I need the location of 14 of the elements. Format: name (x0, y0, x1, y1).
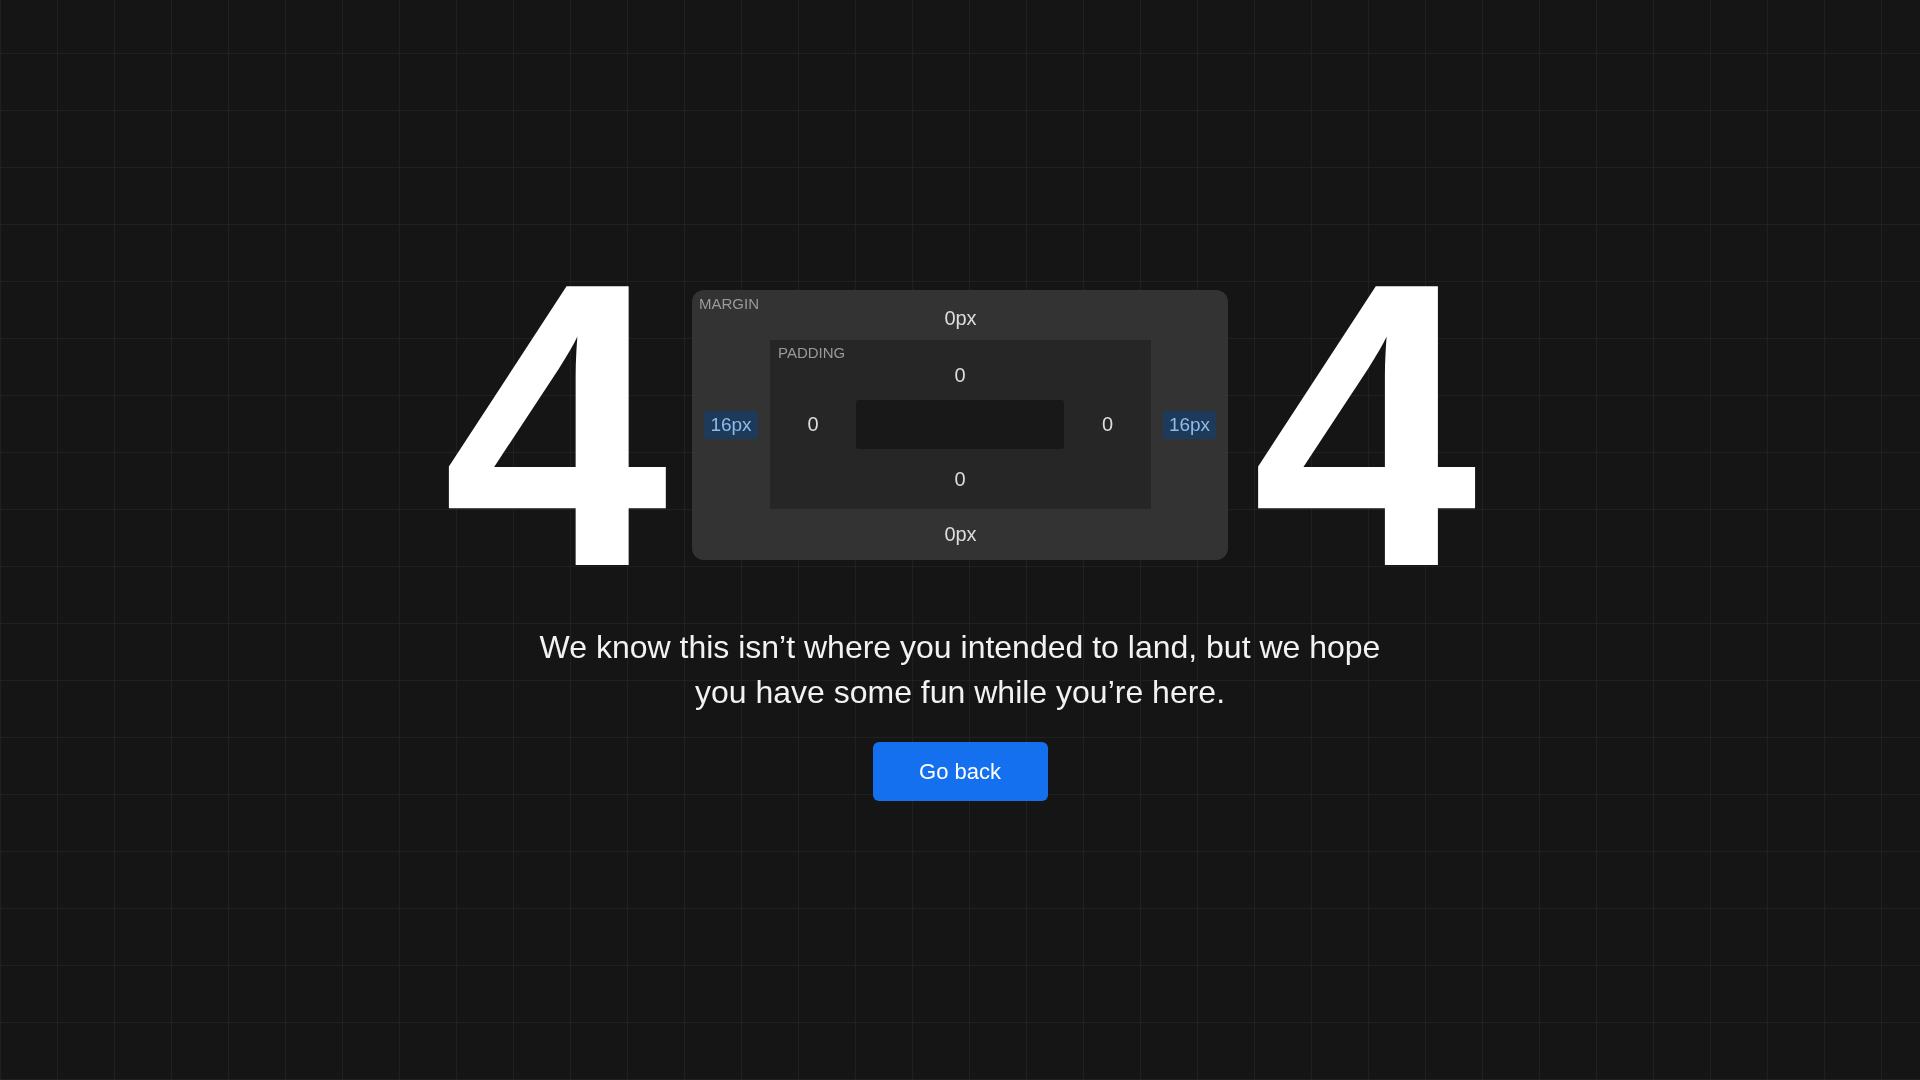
digit-four: 4 (1252, 275, 1478, 575)
padding-left-value: 0 (807, 413, 819, 436)
message-text: We know this isn’t where you intended to land, but we hope you have some fun while you’re here. (538, 628, 1382, 712)
go-back-button[interactable]: Go back (872, 742, 1048, 801)
padding-label: PADDING (778, 344, 846, 361)
margin-bottom-value: 0px (944, 523, 977, 546)
margin-top-value: 0px (944, 305, 977, 330)
margin-label: MARGIN (699, 295, 759, 312)
digit-four: 4 (442, 275, 668, 575)
padding-right-value: 0 (1101, 413, 1114, 436)
margin-left-value: 16px (704, 410, 758, 439)
margin-right-value: 16px (1162, 410, 1217, 439)
padding-top-value: 0 (954, 362, 966, 387)
padding-bottom-value: 0 (954, 467, 966, 491)
